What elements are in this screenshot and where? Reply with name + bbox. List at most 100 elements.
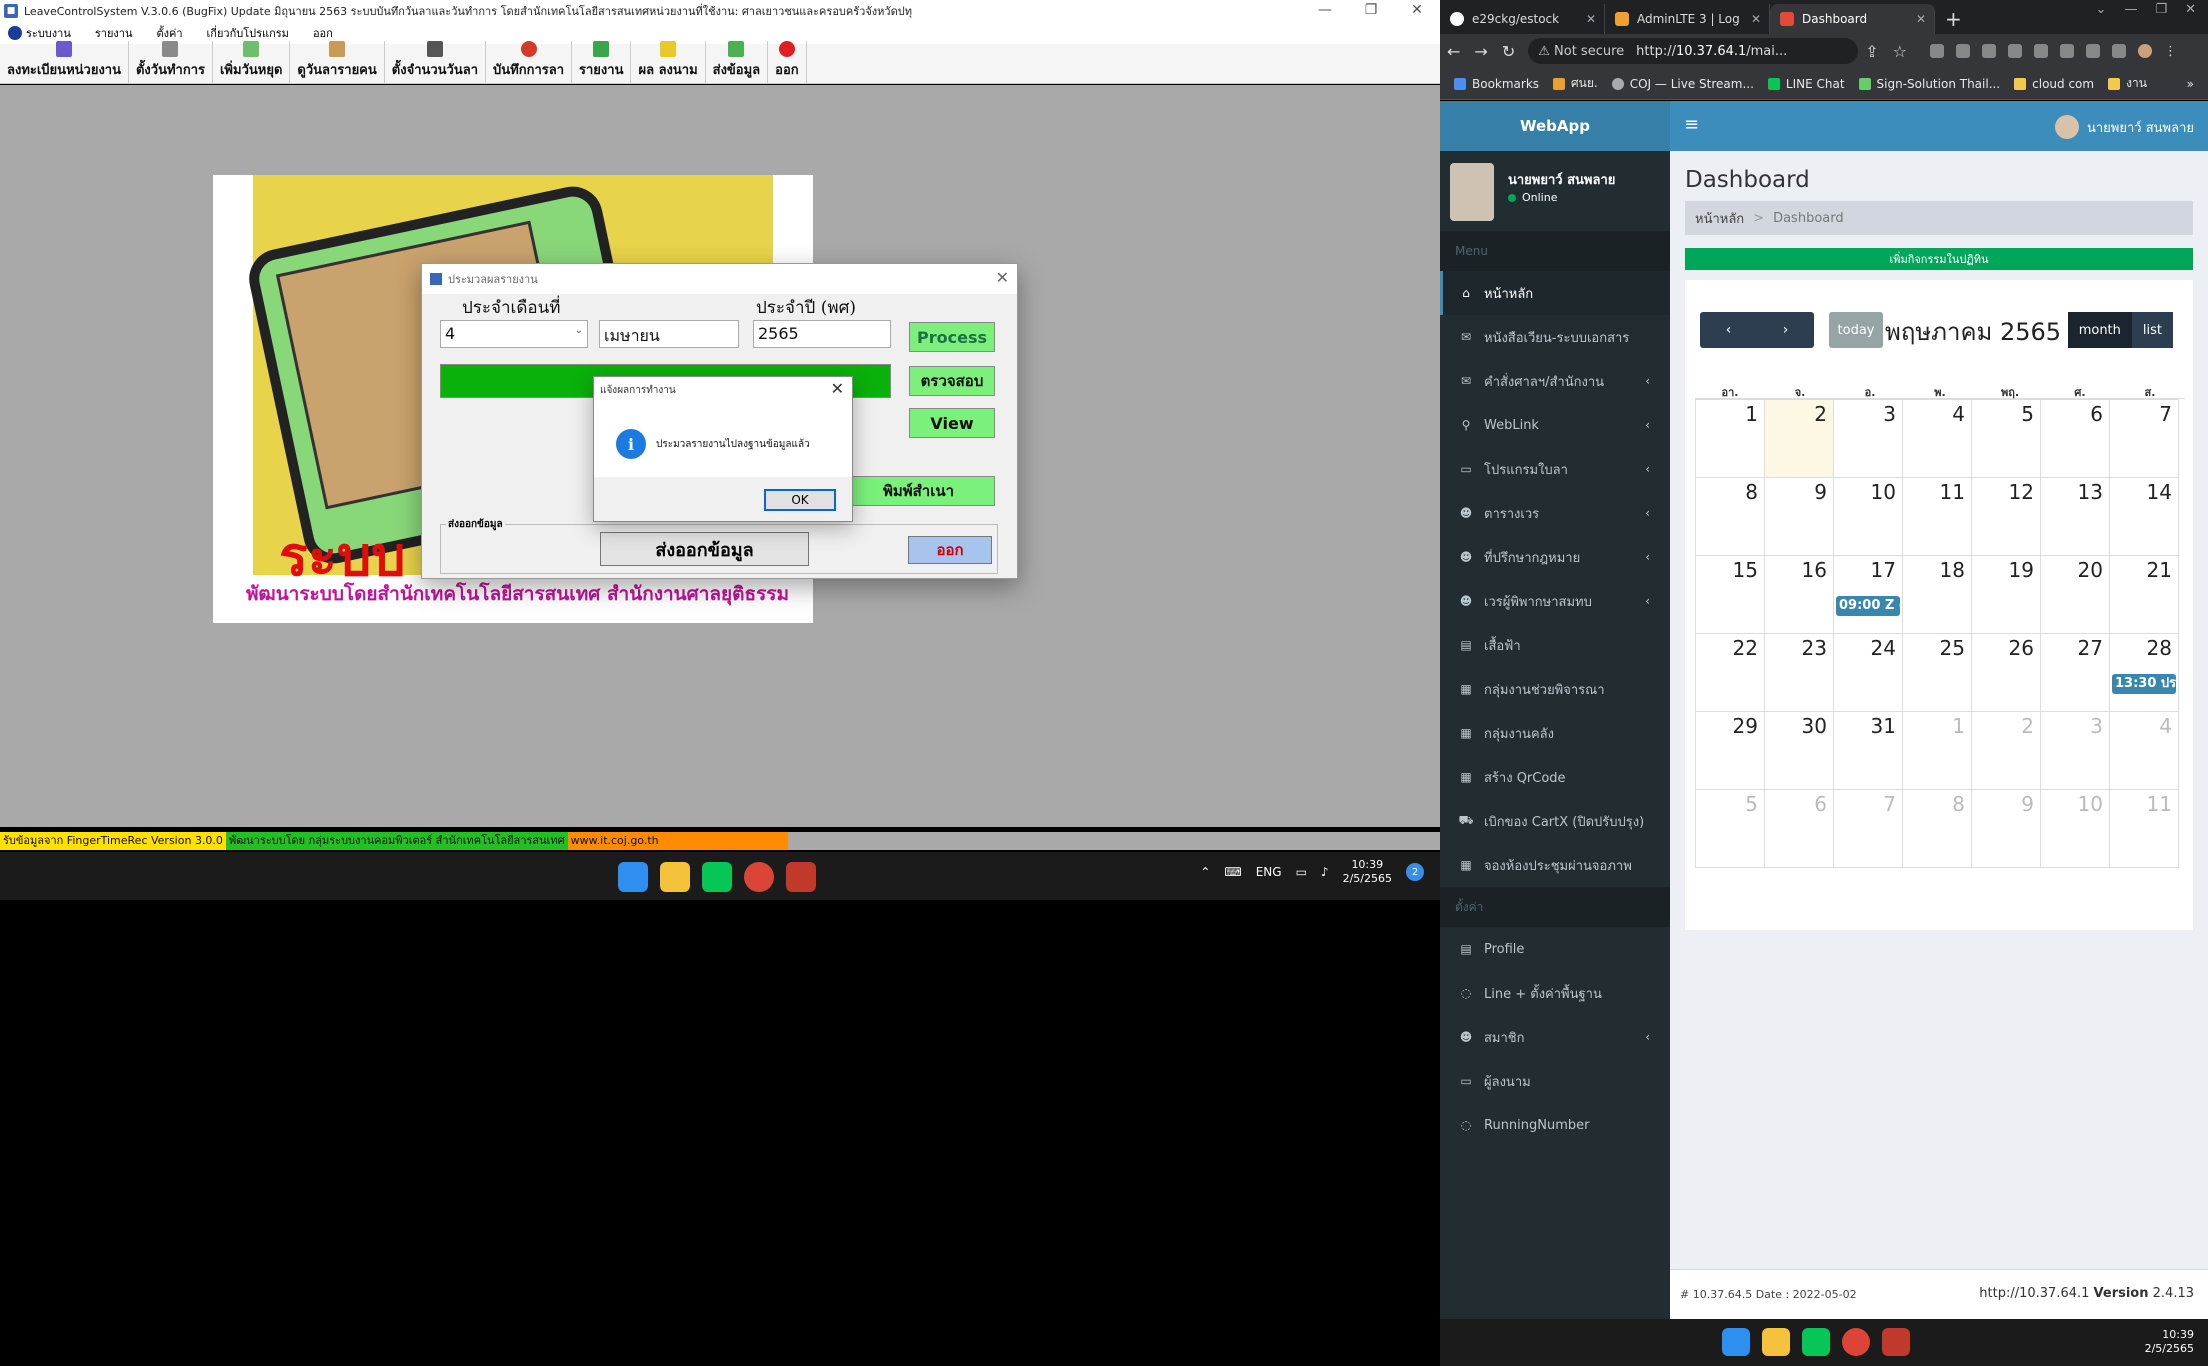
list-view-button[interactable]: list: [2131, 312, 2173, 348]
more-bookmarks-icon[interactable]: »: [2187, 77, 2194, 91]
not-secure-indicator[interactable]: ⚠ Not secure: [1538, 44, 1624, 59]
menu-item[interactable]: ✉ คำสั่งศาลฯ/สำนักงาน ‹: [1440, 359, 1670, 403]
menu-item[interactable]: ▦ กลุ่มงานช่วยพิจารณา: [1440, 667, 1670, 711]
extension-icon[interactable]: [2059, 44, 2074, 58]
bookmark-bookmarks[interactable]: Bookmarks: [1454, 77, 1539, 91]
add-activity-button[interactable]: เพิ่มกิจกรรมในปฏิทิน: [1685, 248, 2193, 270]
bookmark-cloud[interactable]: cloud com: [2014, 77, 2094, 91]
calendar-day[interactable]: 8: [1695, 477, 1765, 556]
tb-sign-result[interactable]: ผล ลงนาม: [631, 41, 706, 83]
keyboard-icon[interactable]: ⌨: [1224, 865, 1241, 879]
calendar-day[interactable]: 8: [1902, 789, 1972, 868]
exit-button[interactable]: ออก: [908, 536, 992, 564]
calendar-day[interactable]: 4: [2109, 711, 2179, 790]
tab-search-icon[interactable]: ⌄: [2096, 2, 2107, 17]
tab-adminlte[interactable]: AdminLTE 3 | Log ✕: [1605, 4, 1770, 34]
menu-settings[interactable]: ตั้งค่า: [144, 24, 194, 42]
share-icon[interactable]: ⇪: [1865, 42, 1878, 61]
tb-record-leave[interactable]: บันทึกการลา: [486, 41, 573, 83]
camera-icon[interactable]: [1955, 44, 1970, 58]
calendar-event[interactable]: 09:00 Z ค: [1836, 596, 1900, 616]
tab-dashboard[interactable]: Dashboard ✕: [1770, 4, 1935, 34]
bookmark-line-chat[interactable]: LINE Chat: [1767, 77, 1845, 91]
calendar-day[interactable]: 11: [2109, 789, 2179, 868]
calendar-day[interactable]: 7: [1833, 789, 1903, 868]
bookmark-work[interactable]: งาน: [2108, 74, 2147, 93]
prev-month-button[interactable]: ‹: [1700, 312, 1757, 348]
hamburger-icon[interactable]: ≡: [1684, 114, 1699, 135]
webapp-logo[interactable]: WebApp: [1440, 101, 1670, 151]
calendar-day[interactable]: 18: [1902, 555, 1972, 634]
settings-item[interactable]: ☻ สมาชิก ‹: [1440, 1015, 1670, 1059]
menu-item[interactable]: ⛟ เบิกของ CartX (ปิดปรับปรุง): [1440, 799, 1670, 843]
reload-icon[interactable]: ↻: [1502, 42, 1515, 61]
calendar-day[interactable]: 12: [1971, 477, 2041, 556]
month-select[interactable]: 4 ⌄: [440, 320, 588, 348]
menu-system[interactable]: ระบบงาน: [0, 24, 83, 42]
bookmark-sny[interactable]: ศนย.: [1553, 74, 1598, 93]
calendar-day[interactable]: 4: [1902, 399, 1972, 478]
tb-view-leave[interactable]: ดูวันลารายคน: [290, 41, 385, 83]
calendar-day[interactable]: 16: [1764, 555, 1834, 634]
calendar-day[interactable]: 2: [1764, 399, 1834, 478]
line-app-icon[interactable]: [1802, 1328, 1830, 1356]
calendar-day[interactable]: 28 13:30 ประ: [2109, 633, 2179, 712]
tb-leave-quota[interactable]: ตั้งจำนวนวันลา: [385, 41, 487, 83]
menu-item[interactable]: ☻ ที่ปรึกษากฎหมาย ‹: [1440, 535, 1670, 579]
calendar-day[interactable]: 30: [1764, 711, 1834, 790]
leave-app-taskbar-icon[interactable]: [786, 862, 816, 892]
check-button[interactable]: ตรวจสอบ: [909, 366, 995, 396]
minimize-icon[interactable]: —: [2124, 2, 2137, 17]
settings-item[interactable]: ◌ Line + ตั้งค่าพื้นฐาน: [1440, 971, 1670, 1015]
menu-item[interactable]: ▤ เสื้อฟ้า: [1440, 623, 1670, 667]
language-indicator[interactable]: ENG: [1256, 865, 1282, 879]
settings-item[interactable]: ▤ Profile: [1440, 927, 1670, 971]
calendar-day[interactable]: 29: [1695, 711, 1765, 790]
today-button[interactable]: today: [1829, 312, 1883, 348]
calendar-event[interactable]: 13:30 ประ: [2112, 674, 2176, 694]
tb-register-unit[interactable]: ลงทะเบียนหน่วยงาน: [0, 41, 129, 83]
kebab-menu-icon[interactable]: ⋮: [2164, 44, 2178, 59]
menu-exit[interactable]: ออก: [301, 24, 345, 42]
menu-about[interactable]: เกี่ยวกับโปรแกรม: [195, 24, 301, 42]
calendar-day[interactable]: 6: [2040, 399, 2110, 478]
network-icon[interactable]: ▭: [1296, 865, 1307, 879]
calendar-day[interactable]: 13: [2040, 477, 2110, 556]
calendar-day[interactable]: 11: [1902, 477, 1972, 556]
month-view-button[interactable]: month: [2067, 312, 2132, 348]
file-explorer-icon[interactable]: [660, 862, 690, 892]
process-button[interactable]: Process: [909, 322, 995, 352]
tb-holidays[interactable]: เพิ่มวันหยุด: [213, 41, 291, 83]
calendar-day[interactable]: 24: [1833, 633, 1903, 712]
menu-item[interactable]: ☻ ตารางเวร ‹: [1440, 491, 1670, 535]
calendar-day[interactable]: 9: [1764, 477, 1834, 556]
year-field[interactable]: 2565: [753, 320, 891, 348]
taskbar-clock[interactable]: 10:39 2/5/2565: [2145, 1328, 2194, 1356]
print-copy-button[interactable]: พิมพ์สำเนา: [842, 476, 995, 506]
calendar-day[interactable]: 1: [1902, 711, 1972, 790]
file-explorer-icon[interactable]: [1762, 1328, 1790, 1356]
extension-icon[interactable]: [2033, 44, 2048, 58]
calendar-day[interactable]: 17 09:00 Z ค: [1833, 555, 1903, 634]
calendar-day[interactable]: 14: [2109, 477, 2179, 556]
status-website[interactable]: www.it.coj.go.th: [567, 832, 788, 850]
view-button[interactable]: View: [909, 408, 995, 438]
calendar-day[interactable]: 20: [2040, 555, 2110, 634]
calendar-day[interactable]: 10: [1833, 477, 1903, 556]
chrome-icon[interactable]: [744, 862, 774, 892]
dialog-close-icon[interactable]: ✕: [996, 268, 1009, 287]
calendar-day[interactable]: 9: [1971, 789, 2041, 868]
restore-icon[interactable]: ❐: [2155, 2, 2167, 17]
menu-item[interactable]: ☻ เวรผู้พิพากษาสมทบ ‹: [1440, 579, 1670, 623]
menu-item[interactable]: ▦ สร้าง QrCode: [1440, 755, 1670, 799]
extension-icon[interactable]: [1929, 44, 1944, 58]
menu-item[interactable]: ⚲ WebLink ‹: [1440, 403, 1670, 447]
windows-start-icon[interactable]: [1722, 1328, 1750, 1356]
tb-send-data[interactable]: ส่งข้อมูล: [706, 41, 769, 83]
chevron-up-icon[interactable]: ⌃: [1200, 865, 1210, 879]
month-name-field[interactable]: เมษายน: [599, 320, 739, 348]
calendar-day[interactable]: 26: [1971, 633, 2041, 712]
taskbar-clock[interactable]: 10:39 2/5/2565: [1343, 858, 1392, 886]
calendar-day[interactable]: 19: [1971, 555, 2041, 634]
maximize-icon[interactable]: ❐: [1348, 0, 1394, 22]
